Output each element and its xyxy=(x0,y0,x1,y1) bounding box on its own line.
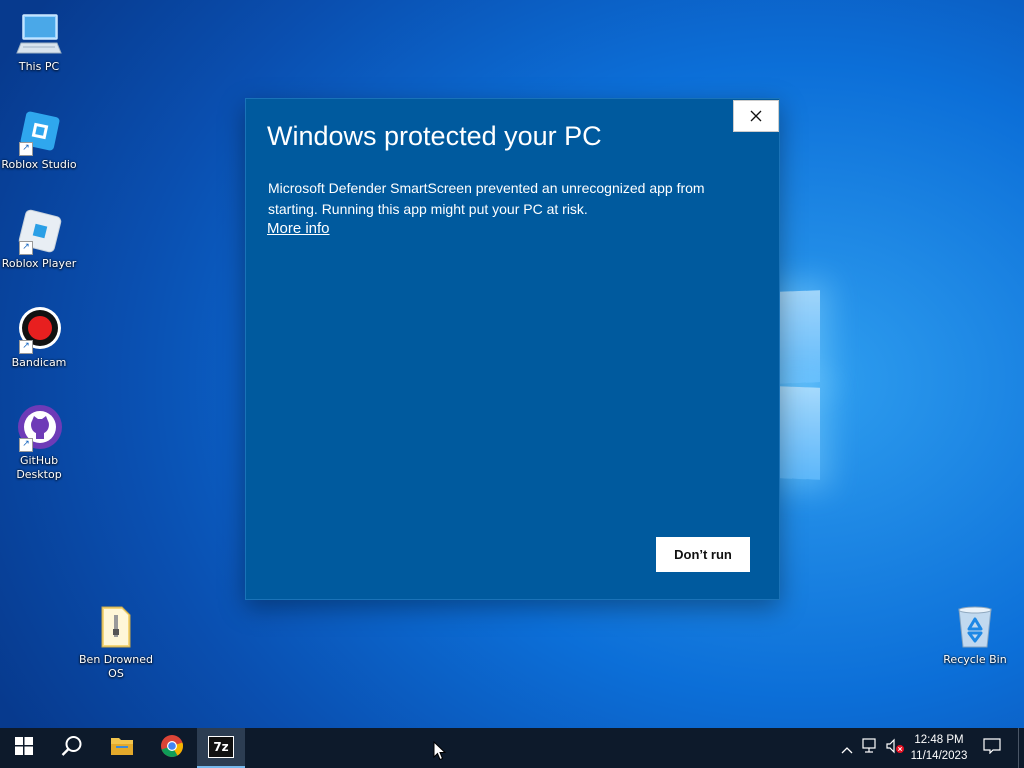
start-button[interactable] xyxy=(0,728,48,768)
notification-icon xyxy=(983,738,1001,758)
recycle-bin-icon xyxy=(951,603,999,651)
desktop-icon-recycle-bin[interactable]: Recycle Bin xyxy=(935,603,1015,667)
desktop-icon-label: Ben Drowned OS xyxy=(79,653,153,680)
smartscreen-dialog: Windows protected your PC Microsoft Defe… xyxy=(245,98,780,600)
chrome-icon xyxy=(160,734,184,762)
clock-date: 11/14/2023 xyxy=(910,750,968,762)
desktop-icon-this-pc[interactable]: This PC xyxy=(0,10,79,74)
network-icon xyxy=(862,738,880,758)
desktop-icon-label: Recycle Bin xyxy=(943,653,1007,666)
desktop-icon-roblox-player[interactable]: ↗ Roblox Player xyxy=(0,207,79,271)
desktop-icon-label: This PC xyxy=(18,60,60,73)
taskbar-7zip[interactable]: 7z xyxy=(197,728,245,768)
taskbar: 7z 12:48 PM 11/14/2023 xyxy=(0,728,1024,768)
network-tray-button[interactable] xyxy=(860,728,882,768)
more-info-link[interactable]: More info xyxy=(267,220,330,237)
search-icon xyxy=(61,735,83,761)
dialog-message: Microsoft Defender SmartScreen prevented… xyxy=(268,180,705,217)
monitor-icon xyxy=(15,10,63,58)
desktop-icon-bandicam[interactable]: ↗ Bandicam xyxy=(0,306,79,370)
desktop-icon-github-desktop[interactable]: ↗ GitHub Desktop xyxy=(0,404,79,482)
shortcut-arrow-icon: ↗ xyxy=(19,241,33,255)
shortcut-arrow-icon: ↗ xyxy=(19,340,33,354)
github-desktop-icon: ↗ xyxy=(15,404,63,452)
taskbar-chrome[interactable] xyxy=(148,728,196,768)
zip-folder-icon xyxy=(92,603,140,651)
desktop-icon-label: GitHub Desktop xyxy=(16,454,62,481)
clock-time: 12:48 PM xyxy=(914,734,964,746)
taskbar-clock[interactable]: 12:48 PM 11/14/2023 xyxy=(900,732,978,764)
desktop-icon-label: Bandicam xyxy=(11,356,67,369)
close-button[interactable] xyxy=(733,100,779,132)
dont-run-button[interactable]: Don’t run xyxy=(656,537,750,572)
desktop-icon-roblox-studio[interactable]: ↗ Roblox Studio xyxy=(0,108,79,172)
action-center-button[interactable] xyxy=(980,728,1004,768)
desktop-icon-label: Roblox Studio xyxy=(1,158,77,171)
file-explorer-icon xyxy=(110,736,134,760)
mouse-cursor-icon xyxy=(433,740,447,765)
close-icon xyxy=(750,107,762,126)
roblox-player-icon: ↗ xyxy=(15,207,63,255)
bandicam-icon: ↗ xyxy=(15,306,63,354)
desktop-icon-label: Roblox Player xyxy=(1,257,77,270)
show-desktop-button[interactable] xyxy=(1018,728,1024,768)
shortcut-arrow-icon: ↗ xyxy=(19,438,33,452)
desktop-icon-ben-drowned-os[interactable]: Ben Drowned OS xyxy=(76,603,156,681)
chevron-up-icon xyxy=(841,739,853,758)
shortcut-arrow-icon: ↗ xyxy=(19,142,33,156)
search-button[interactable] xyxy=(48,728,96,768)
roblox-studio-icon: ↗ xyxy=(15,108,63,156)
taskbar-file-explorer[interactable] xyxy=(98,728,146,768)
dialog-title: Windows protected your PC xyxy=(267,121,602,151)
7zip-icon: 7z xyxy=(208,736,234,758)
show-hidden-icons-button[interactable] xyxy=(838,728,856,768)
windows-logo-icon xyxy=(15,737,33,759)
